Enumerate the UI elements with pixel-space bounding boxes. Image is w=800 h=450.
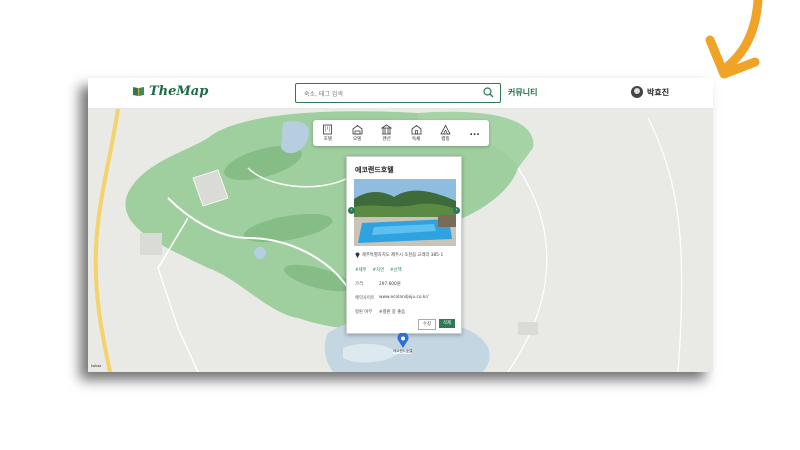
top-navigation-bar: TheMap 커뮤니티 박효진: [88, 78, 713, 109]
map-marker[interactable]: 에코랜드호텔: [393, 333, 413, 354]
site-row: 예약사이트 www.ecolandjeju.co.kr/: [355, 295, 429, 301]
book-logo-icon: [133, 87, 144, 96]
search-icon[interactable]: [483, 87, 494, 98]
map-pin-icon: [397, 333, 409, 348]
place-photo[interactable]: [354, 179, 456, 246]
avatar[interactable]: [631, 86, 643, 98]
location-pin-icon: [355, 252, 360, 258]
edit-button[interactable]: 수정: [418, 319, 436, 330]
logo-text: TheMap: [149, 84, 209, 99]
site-link[interactable]: www.ecolandjeju.co.kr/: [379, 295, 429, 301]
category-camping[interactable]: 캠핑: [440, 124, 451, 142]
pool-photo-image: [354, 179, 456, 246]
tag-list: #제주 #자연 #산책: [355, 267, 402, 273]
user-name[interactable]: 박효진: [647, 87, 669, 98]
rating-row: 평판 여부 ※평판 중 좋음: [355, 309, 405, 315]
map-attribution: kakao: [91, 364, 102, 368]
delete-button[interactable]: 삭제: [439, 319, 455, 328]
place-title: 에코랜드호텔: [355, 166, 394, 174]
category-house[interactable]: 독채: [411, 124, 422, 142]
category-label: 모텔: [353, 137, 362, 142]
app-window: TheMap 커뮤니티 박효진: [88, 78, 713, 372]
decorative-arrow-icon: [705, 0, 763, 79]
community-link[interactable]: 커뮤니티: [508, 87, 537, 98]
tag[interactable]: #산책: [390, 267, 402, 273]
place-address: 제주특별자치도 제주시 조천읍 교래리 385-1: [355, 252, 443, 258]
address-text: 제주특별자치도 제주시 조천읍 교래리 385-1: [362, 253, 444, 258]
house-icon: [411, 124, 421, 135]
card-actions: 수정 삭제: [418, 319, 455, 330]
rating-label: 평판 여부: [355, 310, 373, 315]
price-value: 297,600원: [379, 282, 401, 287]
site-label: 예약사이트: [355, 296, 375, 301]
place-detail-card: 에코랜드호텔 ‹ › 제주특별자치도 제주시 조천읍 교래리 385-1 #제주…: [346, 156, 462, 334]
category-motel[interactable]: 모텔: [352, 124, 363, 142]
category-label: 독채: [411, 137, 421, 142]
logo[interactable]: TheMap: [132, 84, 208, 99]
marker-label: 에코랜드호텔: [393, 349, 413, 354]
category-label: 호텔: [323, 137, 332, 142]
search-box[interactable]: [295, 83, 501, 103]
search-input[interactable]: [302, 86, 476, 102]
more-categories-button[interactable]: ...: [469, 128, 479, 138]
motel-icon: [352, 124, 363, 135]
price-label: 가격: [355, 282, 363, 287]
tag[interactable]: #자연: [373, 267, 385, 273]
hotel-icon: [323, 124, 333, 135]
category-bar: 호텔 모텔 펜션 독채 캠핑 ...: [313, 120, 489, 146]
category-hotel[interactable]: 호텔: [322, 124, 333, 142]
user-profile[interactable]: 박효진: [631, 86, 669, 98]
price-row: 가격 297,600원: [355, 281, 401, 287]
pension-icon: [381, 124, 393, 135]
rating-value: ※평판 중 좋음: [379, 310, 406, 315]
prev-photo-button[interactable]: ‹: [348, 207, 355, 214]
tag[interactable]: #제주: [355, 267, 367, 273]
category-pension[interactable]: 펜션: [381, 124, 393, 142]
category-label: 펜션: [382, 137, 391, 142]
tent-icon: [440, 124, 451, 135]
next-photo-button[interactable]: ›: [453, 207, 460, 214]
category-label: 캠핑: [441, 137, 450, 142]
